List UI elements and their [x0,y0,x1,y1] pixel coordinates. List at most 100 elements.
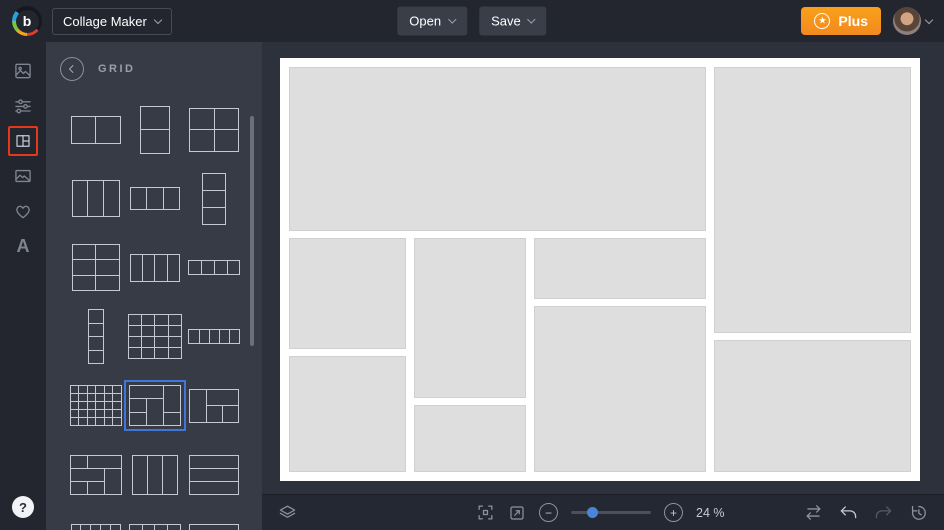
zoom-slider-knob[interactable] [587,507,598,518]
thumb-cell [113,418,121,425]
befunky-logo[interactable]: b [12,6,42,36]
back-button[interactable] [60,57,84,81]
chevron-down-icon [447,15,457,24]
rail-item-edit[interactable] [8,91,38,121]
collage-cell-9[interactable] [414,405,526,472]
thumb-cell [189,261,202,274]
thumb-cell [113,410,121,417]
zoom-slider[interactable] [571,507,651,518]
grid-layout-3-columns-wide[interactable] [129,187,180,210]
collage-cell-2[interactable] [713,67,911,334]
grid-layout-3-columns-tall[interactable] [131,454,178,495]
grid-layout-4-columns-strip[interactable] [188,260,241,275]
thumb-cell [79,402,87,409]
plus-label: Plus [838,13,868,29]
grid-layout-3-columns[interactable] [71,180,120,217]
grid-layout-2x3-grid[interactable] [71,244,120,291]
grid-layout-mixed-4[interactable] [189,388,240,423]
thumb-cell [96,260,119,275]
zoom-out-button[interactable]: − [539,503,558,522]
zoom-in-button[interactable]: + [664,503,683,522]
grid-layout-2-rows-tall[interactable] [189,523,240,530]
fit-screen-icon [478,505,493,520]
grid-layout-6x5-grid[interactable] [69,385,122,426]
compare-button[interactable] [804,503,823,522]
redo-icon [875,506,892,519]
redo-button[interactable] [874,503,893,522]
plus-upgrade-button[interactable]: ★ Plus [801,7,881,35]
app-menu-button[interactable]: Collage Maker [52,7,172,35]
save-button[interactable]: Save [479,6,547,36]
thumb-cell [113,386,121,393]
collage-cell-7[interactable] [713,339,911,472]
thumb-cell [190,524,239,530]
thumb-cell [155,348,168,358]
open-button[interactable]: Open [397,6,468,36]
panel-scrollbar[interactable] [250,116,254,346]
rail-item-grid[interactable] [8,126,38,156]
thumb-cell [104,468,121,494]
rail-item-templates[interactable] [8,56,38,86]
thumb-cell [163,412,180,425]
thumb-cell [70,418,79,425]
sliders-icon [15,99,31,114]
thumb-cell [96,402,104,409]
chevron-down-icon [153,15,163,24]
grid-layout-2-rows[interactable] [139,105,170,154]
collage-cell-1[interactable] [289,67,706,232]
layers-button[interactable] [278,503,297,522]
grid-layout-2x2-grid[interactable] [189,107,240,152]
thumb-cell [155,326,168,336]
grid-layout-4-columns[interactable] [129,253,180,282]
collage-canvas [280,58,920,481]
thumb-cell [190,389,206,422]
topbar: b Collage Maker Open Save ★ Plus [0,0,944,42]
grid-layout-mixed-collage[interactable] [123,380,186,431]
grid-layout-4-rows[interactable] [87,309,104,364]
rail-item-graphics[interactable] [8,196,38,226]
grid-panel: GRID [46,42,262,530]
grid-layout-2-columns[interactable] [70,115,121,144]
undo-button[interactable] [839,503,858,522]
grid-layout-mixed-6[interactable] [69,454,122,495]
thumb-cell [104,386,113,393]
preview-button[interactable] [508,504,526,522]
thumb-cell [88,310,103,323]
grid-layout-3-rows[interactable] [202,172,227,225]
thumb-cell [155,254,167,281]
thumb-cell [70,468,104,481]
collage-cell-3[interactable] [289,238,406,349]
grid-layout-4x3-grid[interactable] [128,523,181,530]
avatar [893,7,921,35]
rail-item-text[interactable]: A [8,231,38,261]
thumb-cell [190,468,239,481]
thumb-cell [128,348,142,358]
thumb-cell [72,275,96,290]
grid-layout-5-columns-strip[interactable] [188,329,241,344]
thumb-cell [163,386,180,412]
account-area: ★ Plus [801,7,934,35]
save-label: Save [491,13,521,29]
grid-layout-3-rows-wide[interactable] [189,454,240,495]
history-button[interactable] [909,503,928,522]
collage-cell-6[interactable] [534,306,707,472]
collage-cell-4[interactable] [414,238,526,398]
thumb-cell [96,245,119,260]
account-menu[interactable] [893,7,934,35]
thumb-cell [103,181,119,216]
fit-screen-button[interactable] [476,503,495,522]
rail-item-photos[interactable] [8,161,38,191]
thumb-cell [88,181,103,216]
grid-layout-4x4-grid[interactable] [127,314,182,359]
open-label: Open [409,13,442,29]
thumb-cell [206,406,222,422]
thumb-cell [130,188,147,209]
thumb-cell [87,455,121,468]
help-button[interactable]: ? [12,496,34,518]
thumb-cell [101,524,110,530]
workspace: − + 24 % [262,42,944,530]
thumb-cell [104,402,113,409]
collage-cell-8[interactable] [289,355,406,472]
collage-cell-5[interactable] [534,238,707,300]
grid-layout-5x4-grid[interactable] [70,523,121,530]
